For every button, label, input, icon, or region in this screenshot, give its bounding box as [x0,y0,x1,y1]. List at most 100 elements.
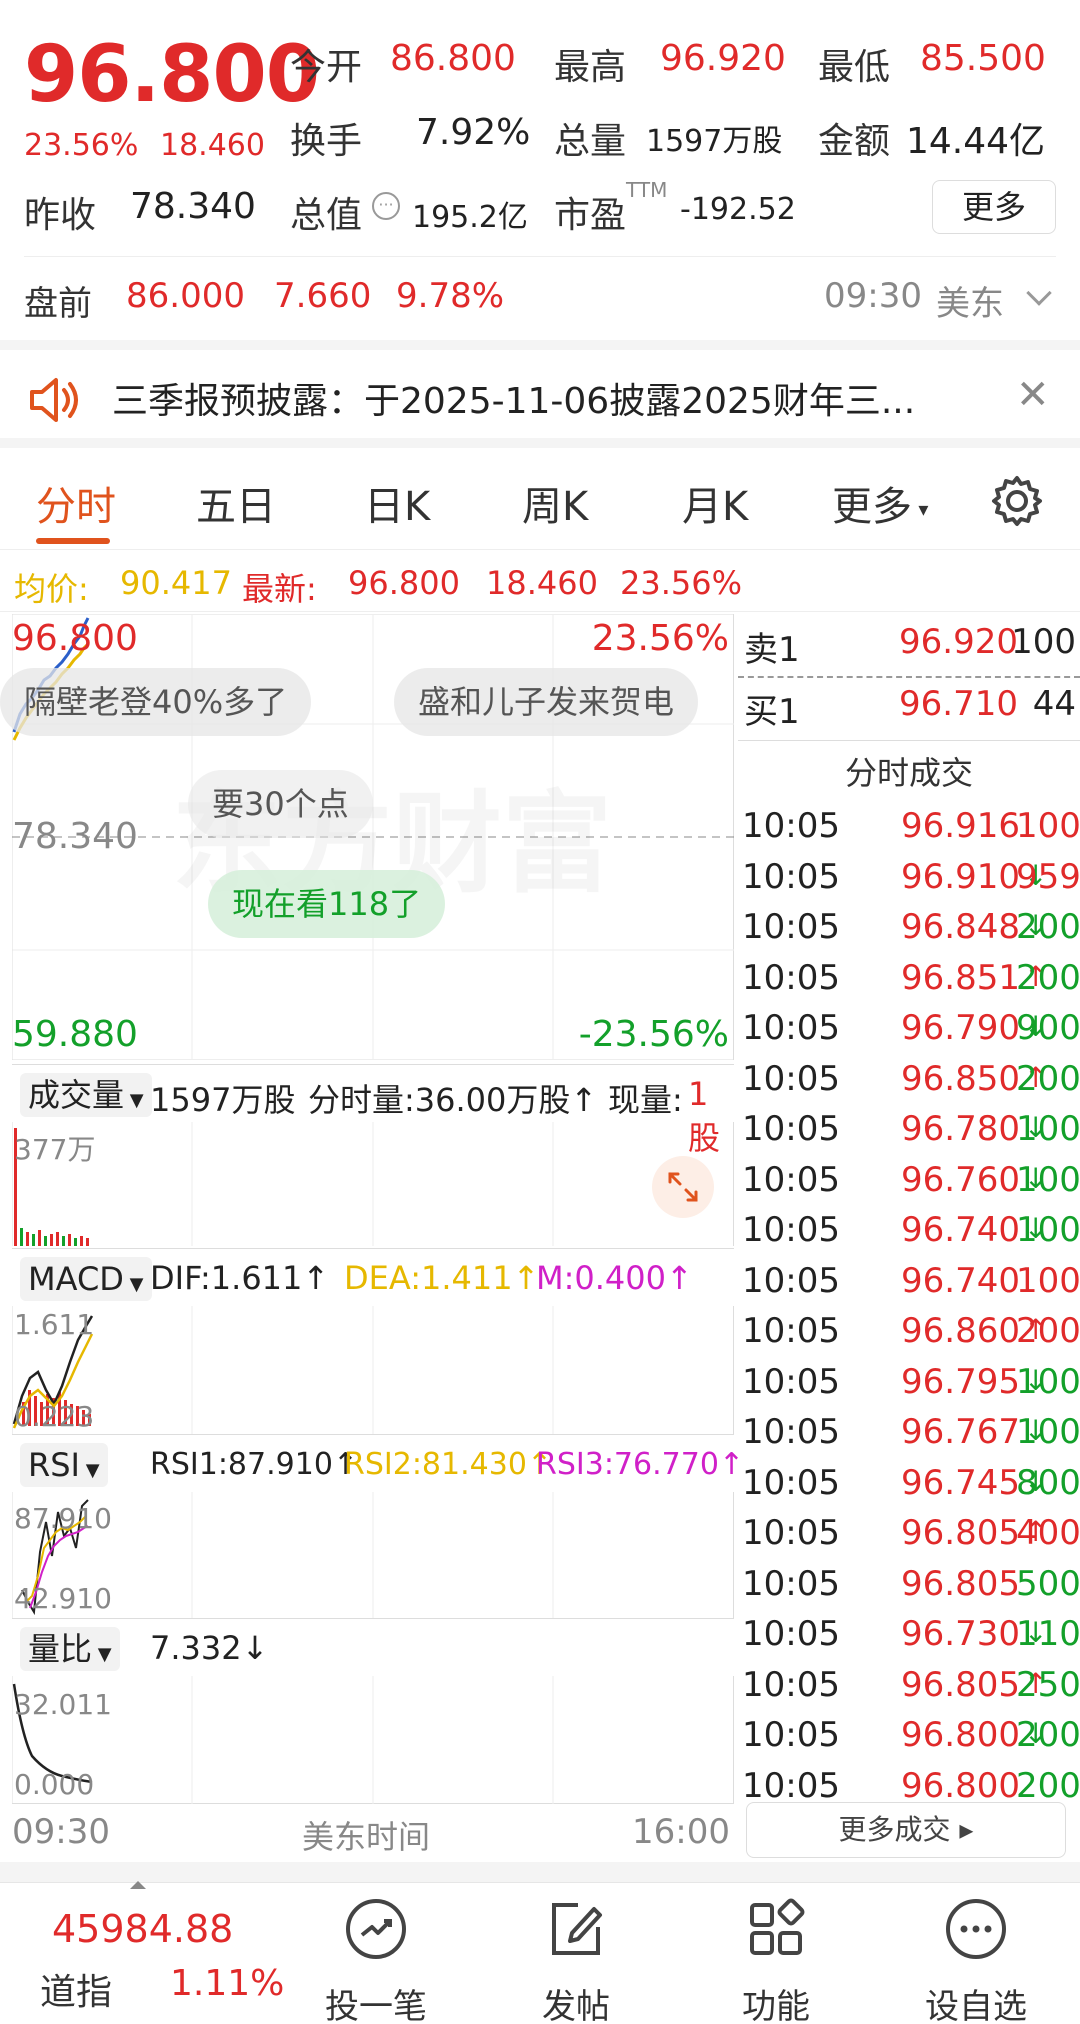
tick-row: 10:05 96.805 ↑ 400 [742,1513,1080,1563]
functions-button[interactable]: 功能 [706,1897,846,2024]
amount-label: 金额 [818,121,891,162]
close-icon[interactable]: ✕ [1016,372,1050,418]
tick-row: 10:05 96.760 ↓ 100 [742,1159,1080,1210]
avg-value: 90.417 [120,564,232,602]
volume-value: 1597万股 [646,124,783,159]
premarket-market[interactable]: 美东 [936,276,1004,325]
intraday-chart[interactable]: 东方财富 96.800 23.56% 78.340 59.880 -23.56%… [0,614,734,1060]
rsi-lo-label: 42.910 [14,1582,112,1615]
macd-dif: DIF:1.611↑ [150,1259,330,1297]
high-value: 96.920 [660,38,786,79]
comment-bubble[interactable]: 隔壁老登40%多了 [0,668,312,736]
prev-close-value: 78.340 [130,186,256,227]
info-dots-icon[interactable]: ··· [372,192,400,220]
tick-amount: 100 [1016,1361,1080,1402]
tick-amount: 200 [1016,1715,1080,1755]
volume-max-label: 377万 [14,1133,96,1166]
add-watchlist-button[interactable]: 设自选 [906,1897,1046,2024]
tick-price: 96.805 [901,1563,1020,1604]
ratio-panel[interactable]: 32.011 0.000 [12,1676,734,1804]
turnover-value: 7.92% [416,112,531,153]
tick-time: 10:05 [742,1614,840,1654]
mktcap-value: 195.2亿 [412,200,528,235]
index-value[interactable]: 45984.88 [52,1907,233,1951]
comment-bubble[interactable]: 盛和儿子发来贺电 [394,668,699,736]
tick-time: 10:05 [742,1513,840,1553]
tick-row: 10:05 96.790 ↓ 900 [742,1008,1080,1058]
tick-amount: 400 [1016,1513,1080,1553]
ratio-selector[interactable]: 量比 ▼ [20,1627,120,1671]
latest-change: 18.460 [486,564,598,602]
volume-total: 1597万股 [150,1081,296,1119]
premarket-label: 盘前 [24,284,92,324]
time-zone-label: 美东时间 [302,1818,431,1856]
announcement-banner[interactable]: 三季报预披露：于2025-11-06披露2025财年三... ✕ [0,340,1080,448]
tab-monthly-k[interactable]: 月K [682,474,748,532]
expand-icon[interactable] [652,1156,714,1218]
tick-time: 10:05 [742,1159,840,1200]
premarket-time: 09:30 [824,276,922,316]
current-price: 96.800 [24,30,320,120]
tick-time: 10:05 [742,806,840,846]
invest-button[interactable]: 投一笔 [306,1897,446,2024]
tab-five-day[interactable]: 五日 [196,474,276,532]
index-name[interactable]: 道指 [40,1963,112,2015]
bottom-pct-label: -23.56% [578,1014,729,1055]
macd-hi-label: 1.611 [14,1308,95,1341]
index-change-pct[interactable]: 1.11% [170,1963,284,2004]
bottom-price-label: 59.880 [12,1014,138,1055]
tab-weekly-k[interactable]: 周K [522,474,588,532]
tab-intraday[interactable]: 分时 [36,474,116,532]
volume-bars [12,1122,554,1246]
tick-row: 10:05 96.800 ↓ 200 [742,1715,1080,1765]
tick-price: 96.740 [901,1210,1020,1250]
more-ticks-button[interactable]: 更多成交 ▸ [746,1802,1066,1858]
time-end: 16:00 [632,1812,730,1852]
more-stats-button[interactable]: 更多 [932,180,1056,234]
tick-time: 10:05 [742,1361,840,1402]
rsi-selector[interactable]: RSI ▼ [20,1443,108,1487]
tick-amount: 100 [1016,806,1080,846]
tick-time: 10:05 [742,1462,840,1503]
grid-icon [750,1898,805,1955]
tick-price: 96.767 [901,1412,1020,1452]
tick-amount: 100 [1016,1260,1080,1301]
gear-icon[interactable] [990,474,1044,528]
expand-up-icon[interactable] [130,1881,146,1889]
tick-amount: 959 [1016,856,1080,897]
comment-bubble[interactable]: 要30个点 [188,770,373,838]
tick-amount: 200 [1016,907,1080,947]
tick-amount: 100 [1016,1159,1080,1200]
tick-amount: 250 [1016,1664,1080,1705]
tick-row: 10:05 96.848 ↓ 200 [742,907,1080,957]
tick-time: 10:05 [742,1412,840,1452]
macd-panel[interactable]: 1.611 0.223 [12,1306,734,1434]
chevron-down-icon[interactable] [1026,280,1052,306]
tick-row: 10:05 96.730 ↓ 110 [742,1614,1080,1664]
bottom-bar: 45984.88 道指 1.11% 投一笔 发帖 功能 设自选 [0,1881,1080,2024]
low-value: 85.500 [920,38,1046,79]
tick-row: 10:05 96.740 ↓ 100 [742,1210,1080,1260]
comment-bubble[interactable]: 现在看118了 [208,870,446,938]
ratio-hi-label: 32.011 [14,1688,112,1721]
tick-time: 10:05 [742,1563,840,1604]
rsi-panel[interactable]: 87.910 42.910 [12,1492,734,1618]
tick-time: 10:05 [742,1058,840,1099]
rsi1-value: RSI1:87.910↑ [150,1447,359,1482]
tick-amount: 2000 [1016,1311,1080,1351]
latest-label: 最新: [242,570,317,608]
tick-row: 10:05 96.910 ↓ 959 [742,856,1080,907]
volume-panel[interactable]: 377万 [12,1122,734,1246]
volume-selector[interactable]: 成交量 ▼ [20,1073,152,1117]
post-button[interactable]: 发帖 [506,1897,646,2024]
speaker-icon [30,378,78,422]
section-divider [0,1862,1080,1882]
ask-label: 卖1 [744,630,800,670]
tick-row: 10:05 96.850 ↑ 200 [742,1058,1080,1109]
tick-row: 10:05 96.745 ↓ 800 [742,1462,1080,1513]
tick-row: 10:05 96.767 ↓ 100 [742,1412,1080,1462]
tab-daily-k[interactable]: 日K [364,474,430,532]
tab-more[interactable]: 更多 ▾ [832,474,928,532]
macd-selector[interactable]: MACD ▼ [20,1257,152,1301]
tick-price: 96.740 [901,1260,1020,1301]
